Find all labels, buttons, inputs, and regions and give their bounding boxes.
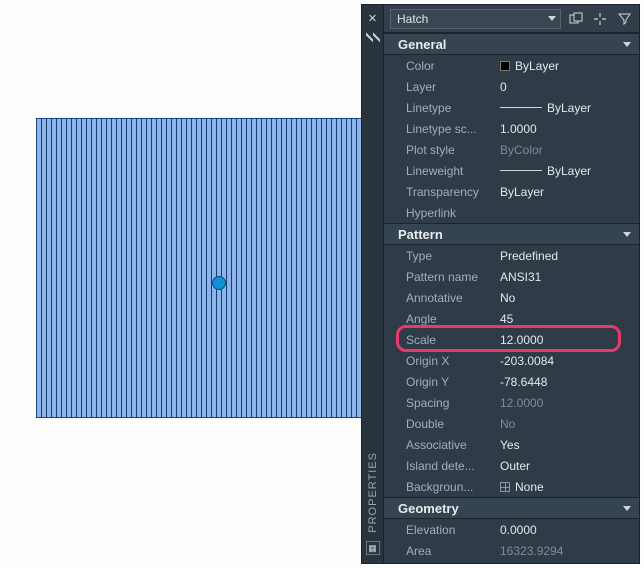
hatch-object[interactable] (36, 118, 366, 418)
prop-row-linetype[interactable]: Linetype ByLayer (384, 97, 639, 118)
prop-row-hyperlink[interactable]: Hyperlink (384, 202, 639, 223)
object-type-select[interactable]: Hatch (390, 9, 561, 29)
prop-row-background[interactable]: Backgroun... None (384, 476, 639, 497)
prop-row-plotstyle[interactable]: Plot style ByColor (384, 139, 639, 160)
prop-row-elevation[interactable]: Elevation 0.0000 (384, 519, 639, 540)
palette-options-icon[interactable]: ▦ (366, 541, 380, 555)
close-icon[interactable]: ✕ (366, 11, 380, 25)
properties-scroll-area[interactable]: General Color ByLayer Layer 0 Linetype B… (384, 33, 639, 563)
prop-row-layer[interactable]: Layer 0 (384, 76, 639, 97)
section-header-general[interactable]: General (384, 33, 639, 55)
quick-select-icon[interactable] (615, 10, 633, 28)
section-header-pattern[interactable]: Pattern (384, 223, 639, 245)
prop-row-double[interactable]: Double No (384, 413, 639, 434)
toggle-pickadd-icon[interactable] (567, 10, 585, 28)
prop-row-scale[interactable]: Scale 12.0000 (384, 329, 639, 350)
prop-row-type[interactable]: Type Predefined (384, 245, 639, 266)
color-swatch (500, 61, 510, 71)
prop-row-originx[interactable]: Origin X -203.0084 (384, 350, 639, 371)
none-swatch-icon (500, 482, 510, 492)
chevron-down-icon (623, 506, 631, 511)
prop-row-transparency[interactable]: Transparency ByLayer (384, 181, 639, 202)
prop-row-angle[interactable]: Angle 45 (384, 308, 639, 329)
chevron-down-icon (548, 16, 556, 21)
prop-row-color[interactable]: Color ByLayer (384, 55, 639, 76)
prop-row-spacing[interactable]: Spacing 12.0000 (384, 392, 639, 413)
prop-row-originy[interactable]: Origin Y -78.6448 (384, 371, 639, 392)
dock-toggle-icon[interactable] (366, 31, 380, 45)
palette-topbar: Hatch (384, 5, 639, 33)
prop-row-annotative[interactable]: Annotative No (384, 287, 639, 308)
linetype-sample (500, 107, 542, 108)
lineweight-sample (500, 170, 542, 171)
select-objects-icon[interactable] (591, 10, 609, 28)
prop-row-associative[interactable]: Associative Yes (384, 434, 639, 455)
palette-title-vertical: PROPERTIES (367, 444, 379, 541)
object-type-value: Hatch (397, 12, 428, 26)
chevron-down-icon (623, 232, 631, 237)
properties-palette: ✕ PROPERTIES ▦ Hatch (361, 4, 640, 564)
palette-gutter: ✕ PROPERTIES ▦ (362, 5, 384, 563)
prop-row-lineweight[interactable]: Lineweight ByLayer (384, 160, 639, 181)
prop-row-ltscale[interactable]: Linetype sc... 1.0000 (384, 118, 639, 139)
prop-row-patternname[interactable]: Pattern name ANSI31 (384, 266, 639, 287)
prop-row-area[interactable]: Area 16323.9294 (384, 540, 639, 561)
prop-row-island[interactable]: Island dete... Outer (384, 455, 639, 476)
selection-grip[interactable] (212, 276, 226, 290)
section-header-geometry[interactable]: Geometry (384, 497, 639, 519)
hatch-pattern-fill (37, 119, 365, 417)
chevron-down-icon (623, 42, 631, 47)
